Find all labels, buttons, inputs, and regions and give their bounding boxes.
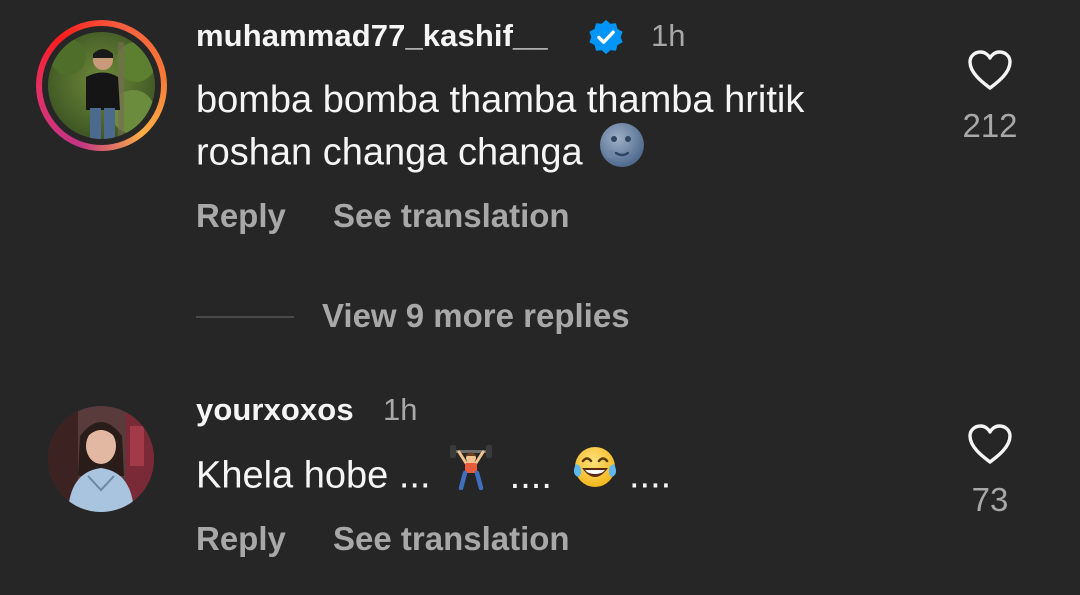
comment-time: 1h: [651, 18, 686, 53]
see-translation-button[interactable]: See translation: [333, 197, 570, 235]
comment-text-part1: Khela hobe ...: [196, 454, 431, 497]
reply-button[interactable]: Reply: [196, 520, 286, 558]
comment-text-part2: ....: [509, 454, 552, 497]
avatar-photo: [48, 32, 155, 139]
heart-icon[interactable]: [966, 422, 1014, 466]
like-count: 212: [962, 107, 1018, 144]
verified-badge-icon: [589, 19, 623, 55]
comment-text-line2: roshan changa changa: [196, 131, 583, 174]
comment-text-part3: ....: [629, 454, 672, 497]
comment-text-line1: bomba bomba thamba thamba hritik: [196, 79, 805, 121]
avatar[interactable]: [48, 406, 154, 512]
avatar[interactable]: [48, 32, 155, 139]
username[interactable]: muhammad77_kashif__: [196, 18, 548, 54]
reply-button[interactable]: Reply: [196, 197, 286, 235]
see-translation-button[interactable]: See translation: [333, 520, 570, 558]
comment-time: 1h: [383, 392, 418, 427]
weightlifter-emoji-icon: [449, 444, 493, 503]
comment-text: bomba bomba thamba thamba hritik roshan …: [196, 75, 804, 184]
tears-of-joy-emoji-icon: [572, 444, 618, 503]
username[interactable]: yourxoxos: [196, 392, 354, 428]
avatar-photo: [48, 406, 154, 512]
new-moon-face-emoji-icon: [599, 122, 645, 181]
comments-screen: muhammad77_kashif__ 1h bomba bomba thamb…: [0, 0, 1080, 595]
like-count: 73: [971, 481, 1009, 518]
comment-text: Khela hobe ... .... ....: [196, 445, 672, 507]
heart-icon[interactable]: [966, 48, 1014, 92]
view-more-replies-button[interactable]: View 9 more replies: [322, 297, 630, 335]
replies-divider: [196, 316, 294, 318]
